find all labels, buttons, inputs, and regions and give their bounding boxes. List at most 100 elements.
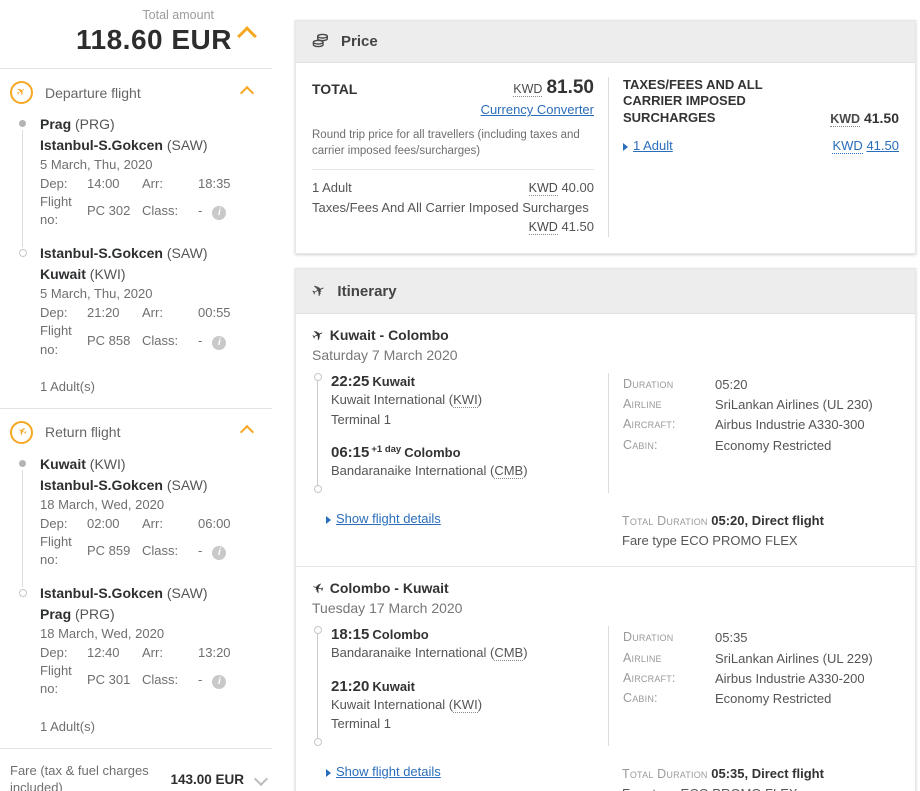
- stop-time: 06:15: [331, 444, 369, 461]
- itinerary-card-title: Itinerary: [337, 283, 396, 300]
- show-flight-details-link[interactable]: Show flight details: [336, 764, 441, 779]
- taxes-adult-link[interactable]: 1 Adult: [633, 138, 673, 153]
- origin-code: (KWI): [90, 456, 126, 472]
- plus-day-badge: +1 day: [371, 444, 401, 455]
- class-info-icon[interactable]: i: [212, 206, 226, 220]
- dep-time: 21:20: [87, 304, 142, 322]
- fare-row: Fare (tax & fuel charges included) 143.0…: [0, 749, 272, 791]
- stop-airport: Kuwait International (: [331, 697, 453, 712]
- currency-code: KWD: [529, 220, 558, 235]
- arr-time: 06:00: [198, 515, 260, 533]
- arr-label: Arr:: [142, 304, 198, 322]
- class-value: -: [198, 672, 202, 687]
- stop-airport: Bandaranaike International (: [331, 645, 494, 660]
- class-info-icon[interactable]: i: [212, 336, 226, 350]
- triangle-bullet-icon: [326, 516, 331, 524]
- expand-fare-chevron-icon[interactable]: [254, 772, 268, 786]
- return-plane-icon: ✈: [10, 421, 33, 444]
- dep-label: Dep:: [40, 175, 87, 193]
- destination-city: Kuwait: [40, 266, 86, 282]
- passenger-count: 1 Adult(s): [10, 373, 260, 404]
- price-body: TOTAL KWD81.50 Currency Converter Round …: [296, 63, 915, 253]
- arr-label: Arr:: [142, 644, 198, 662]
- breakdown-value: 40.00: [561, 180, 594, 195]
- segment-times: Dep:12:40 Arr:13:20 Flight no:PC 301 Cla…: [40, 644, 260, 699]
- class-info-icon[interactable]: i: [212, 546, 226, 560]
- stop-airport: Kuwait International (: [331, 392, 453, 407]
- taxes-currency-link[interactable]: KWD: [832, 138, 862, 154]
- timeline-dot: [314, 373, 322, 381]
- duration-value: 05:35: [715, 628, 899, 648]
- stop-time: 21:20: [331, 678, 369, 695]
- class-label: Class:: [142, 671, 198, 689]
- return-segments: Kuwait (KWI) Istanbul-S.Gokcen (SAW) 18 …: [10, 454, 260, 699]
- flight-segment: Istanbul-S.Gokcen (SAW) Prag (PRG) 18 Ma…: [10, 583, 260, 698]
- airport-code: KWI: [453, 392, 478, 408]
- main-content: Price TOTAL KWD81.50 Currency Converter …: [295, 0, 916, 791]
- class-info-icon[interactable]: i: [212, 675, 226, 689]
- timeline-line: [317, 631, 318, 743]
- aircraft-label: Aircraft:: [623, 669, 715, 689]
- origin-city: Istanbul-S.Gokcen: [40, 585, 163, 601]
- flight-no-label: Flight no:: [40, 533, 87, 569]
- class-label: Class:: [142, 332, 198, 350]
- leg-date: Saturday 7 March 2020: [312, 347, 899, 363]
- flight-no: PC 302: [87, 202, 142, 220]
- price-card-title: Price: [341, 33, 378, 50]
- collapse-total-chevron-icon[interactable]: [237, 26, 257, 46]
- total-duration-label: Total Duration: [622, 767, 708, 781]
- flight-no: PC 301: [87, 671, 142, 689]
- departure-stop: 18:15Colombo Bandaranaike International …: [331, 626, 608, 663]
- taxes-amount-link[interactable]: 41.50: [866, 138, 899, 153]
- departure-plane-icon: ✈: [10, 81, 33, 104]
- segment-date: 5 March, Thu, 2020: [40, 285, 260, 304]
- collapse-departure-chevron-icon[interactable]: [240, 85, 254, 99]
- segment-date: 5 March, Thu, 2020: [40, 156, 260, 175]
- airline-value: SriLankan Airlines (UL 229): [715, 649, 899, 669]
- airport-code: CMB: [494, 463, 523, 479]
- stop-city: Colombo: [372, 627, 428, 642]
- stop-terminal: Terminal 1: [331, 410, 608, 430]
- return-flight-header: ✈ Return flight: [10, 421, 260, 444]
- leg-route-title: Kuwait - Colombo: [330, 327, 449, 343]
- total-amount-text: 118.60 EUR: [76, 24, 232, 55]
- dep-label: Dep:: [40, 644, 87, 662]
- fare-type: Fare type ECO PROMO FLEX: [622, 531, 899, 551]
- airline-value: SriLankan Airlines (UL 230): [715, 395, 899, 415]
- price-total-value: 81.50: [546, 77, 594, 98]
- total-amount-value: 118.60 EUR: [0, 24, 254, 56]
- landing-plane-icon: ✈: [310, 579, 326, 598]
- flight-no-label: Flight no:: [40, 193, 87, 229]
- airline-label: Airline: [623, 395, 715, 415]
- arr-time: 00:55: [198, 304, 260, 322]
- flight-no: PC 859: [87, 542, 142, 560]
- dep-time: 02:00: [87, 515, 142, 533]
- booking-page: Total amount 118.60 EUR ✈ Departure flig…: [0, 0, 920, 791]
- aircraft-value: Airbus Industrie A330-300: [715, 415, 899, 435]
- coins-icon: [312, 33, 329, 50]
- itinerary-card-header: ✈ Itinerary: [296, 269, 915, 314]
- dep-label: Dep:: [40, 304, 87, 322]
- cabin-value: Economy Restricted: [715, 436, 899, 456]
- show-flight-details-link[interactable]: Show flight details: [336, 511, 441, 526]
- return-flight-label: Return flight: [45, 424, 242, 440]
- destination-code: (SAW): [167, 137, 208, 153]
- collapse-return-chevron-icon[interactable]: [240, 425, 254, 439]
- destination-city: Istanbul-S.Gokcen: [40, 477, 163, 493]
- airport-code: KWI: [453, 697, 478, 713]
- flight-no: PC 858: [87, 332, 142, 350]
- itinerary-card: ✈ Itinerary ✈ Kuwait - Colombo Saturday 7…: [295, 268, 916, 791]
- departure-flight-section: ✈ Departure flight Prag (PRG) Istanbul-S…: [0, 69, 272, 408]
- fare-type: Fare type ECO PROMO FLEX: [622, 784, 899, 791]
- price-total-column: TOTAL KWD81.50 Currency Converter Round …: [312, 77, 608, 237]
- aircraft-value: Airbus Industrie A330-200: [715, 669, 899, 689]
- arr-time: 13:20: [198, 644, 260, 662]
- currency-converter-link[interactable]: Currency Converter: [481, 102, 594, 117]
- origin-code: (SAW): [167, 585, 208, 601]
- destination-code: (PRG): [75, 606, 115, 622]
- origin-city: Istanbul-S.Gokcen: [40, 245, 163, 261]
- duration-label: Duration: [623, 375, 715, 395]
- stop-time: 18:15: [331, 626, 369, 643]
- duration-label: Duration: [623, 628, 715, 648]
- leg-stops-timeline: 22:25Kuwait Kuwait International (KWI) T…: [314, 373, 608, 493]
